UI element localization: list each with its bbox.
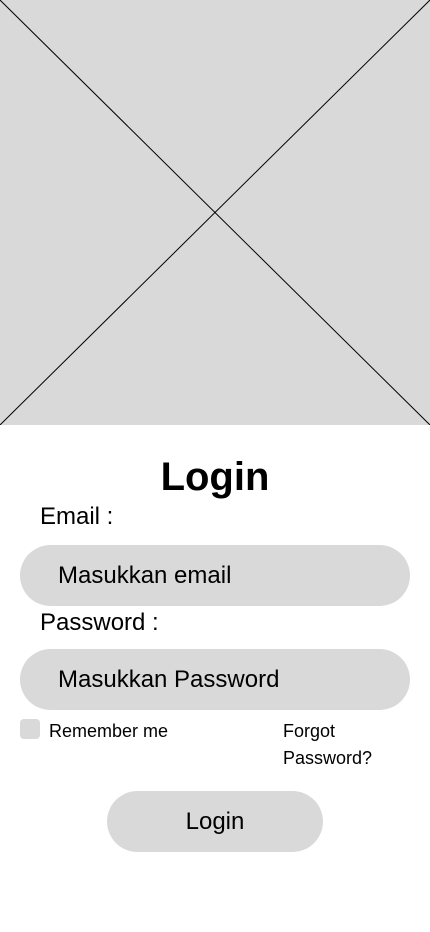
login-button[interactable]: Login (107, 791, 323, 852)
password-label: Password : (40, 609, 159, 636)
page-title: Login (160, 455, 270, 499)
login-screen: Login Email : Password : Remember me For… (0, 0, 430, 932)
image-placeholder-icon (0, 0, 430, 425)
email-input[interactable] (20, 545, 410, 606)
hero-image-placeholder (0, 0, 430, 425)
remember-me-label[interactable]: Remember me (49, 718, 169, 745)
email-label: Email : (40, 503, 114, 530)
remember-me-checkbox[interactable] (20, 719, 40, 739)
forgot-password-link[interactable]: Forgot Password? (283, 718, 403, 772)
password-input[interactable] (20, 649, 410, 710)
